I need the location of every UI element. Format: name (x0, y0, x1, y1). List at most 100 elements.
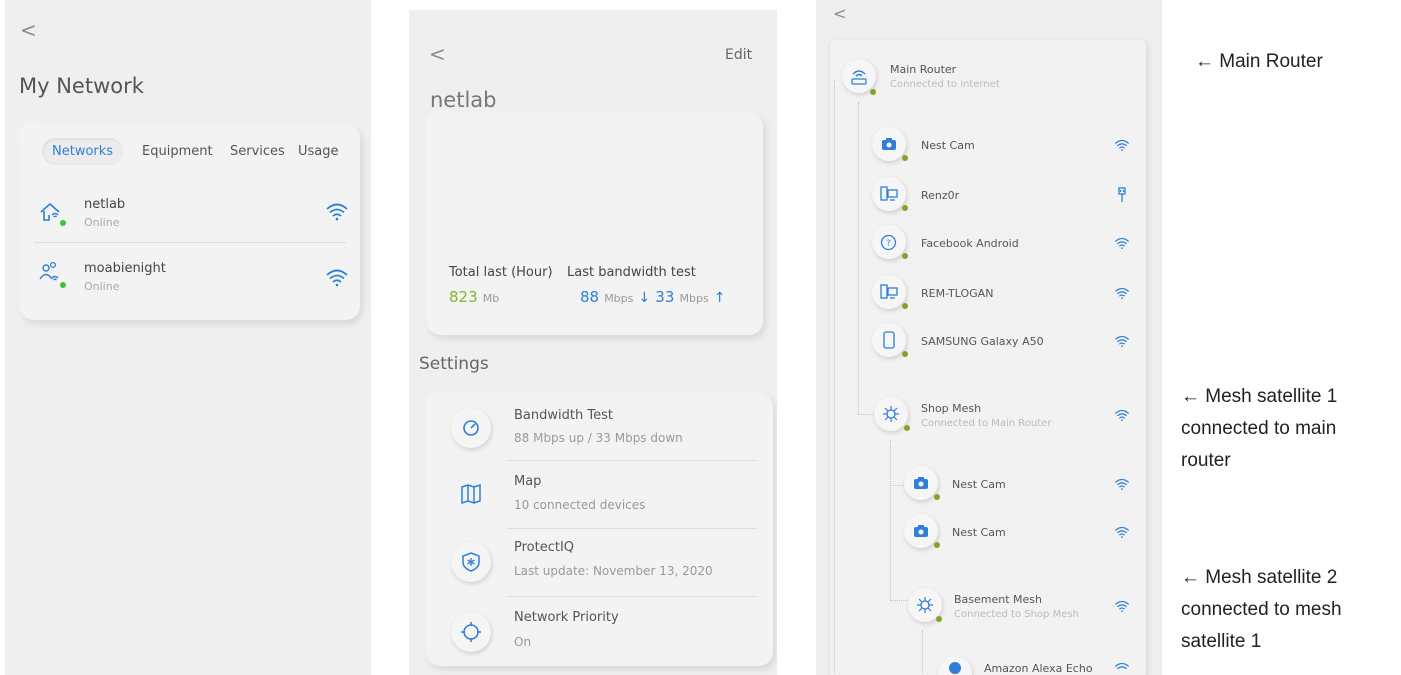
shop-mesh-node[interactable]: Shop Mesh Connected to Main Router (816, 397, 1162, 437)
download-speed: 88 (580, 288, 600, 306)
node-sub: Connected to Shop Mesh (954, 609, 1079, 620)
usage-card: Total last (Hour) 823 Mb Last bandwidth … (427, 113, 763, 335)
my-network-screen: < My Network Networks Equipment Services… (5, 0, 371, 675)
device-name: Nest Cam (952, 478, 1006, 491)
svg-text:?: ? (886, 239, 891, 249)
annotation-line: ← Mesh satellite 2 (1181, 567, 1338, 588)
tab-equipment[interactable]: Equipment (142, 144, 213, 159)
back-button[interactable]: < (20, 18, 37, 42)
tab-services[interactable]: Services (230, 144, 285, 159)
status-dot (904, 425, 910, 431)
wifi-icon (1114, 409, 1130, 422)
priority-icon (461, 622, 481, 642)
annotation-mesh-satellite-2: ← Mesh satellite 2 connected to mesh sat… (1181, 565, 1342, 655)
usage-number: 823 (449, 288, 478, 306)
node-name: Shop Mesh (921, 402, 982, 415)
node-name: Basement Mesh (954, 593, 1043, 606)
status-dot (934, 494, 940, 500)
device-row[interactable]: SAMSUNG Galaxy A50 (816, 323, 1162, 363)
edit-button[interactable]: Edit (725, 47, 752, 63)
home-wifi-icon (40, 202, 60, 221)
camera-icon (914, 525, 928, 537)
wifi-icon (1114, 335, 1130, 348)
setting-map[interactable]: Map 10 connected devices (427, 462, 773, 530)
map-icon (461, 483, 481, 505)
network-detail-screen: < Edit netlab Total last (Hour) 823 Mb L… (409, 10, 777, 675)
divider (507, 596, 757, 597)
guest-users-icon (39, 261, 59, 281)
device-row[interactable]: Renz0r (816, 177, 1162, 217)
wifi-icon (1114, 287, 1130, 300)
setting-sub: Last update: November 13, 2020 (514, 564, 713, 578)
networks-card: Networks Equipment Services Usage netlab… (20, 125, 360, 320)
device-row[interactable]: Amazon Alexa Echo (816, 656, 1162, 675)
device-row[interactable]: Nest Cam (816, 466, 1162, 506)
unknown-device-icon: ? (880, 234, 897, 251)
device-name: REM-TLOGAN (921, 287, 994, 300)
device-name: Facebook Android (921, 237, 1019, 250)
tab-usage[interactable]: Usage (298, 144, 339, 159)
upload-unit: Mbps (679, 292, 709, 305)
setting-sub: 88 Mbps up / 33 Mbps down (514, 431, 683, 445)
annotation-mesh-satellite-1: ← Mesh satellite 1 connected to main rou… (1181, 384, 1337, 474)
network-name: moabienight (84, 261, 166, 276)
device-row[interactable]: Nest Cam (816, 514, 1162, 554)
download-arrow-icon: ↓ (638, 290, 651, 306)
upload-speed: 33 (655, 288, 675, 306)
setting-sub: On (514, 635, 532, 649)
usage-value: 823 Mb (449, 287, 499, 306)
network-name: netlab (84, 197, 126, 212)
online-status-dot (60, 220, 66, 226)
page-title: netlab (430, 88, 497, 112)
speaker-icon (949, 662, 961, 674)
computer-icon (880, 284, 898, 299)
wifi-icon (326, 203, 348, 221)
network-status: Online (84, 280, 120, 293)
setting-name: Network Priority (514, 610, 619, 625)
upload-arrow-icon: ↑ (713, 290, 726, 306)
wifi-icon (1114, 237, 1130, 250)
annotation-line: connected to main (1181, 418, 1337, 439)
annotation-main-router: ← Main Router (1195, 51, 1323, 72)
status-dot (902, 351, 908, 357)
status-dot (934, 542, 940, 548)
setting-name: Map (514, 474, 542, 489)
setting-network-priority[interactable]: Network Priority On (427, 598, 773, 666)
shield-icon (462, 552, 480, 572)
setting-name: Bandwidth Test (514, 408, 613, 423)
list-item[interactable]: moabienight Online (20, 247, 360, 302)
tab-networks[interactable]: Networks (42, 138, 124, 165)
divider (507, 528, 757, 529)
device-name: Nest Cam (952, 526, 1006, 539)
status-dot (902, 253, 908, 259)
wifi-icon (1114, 139, 1130, 152)
wifi-icon (1114, 526, 1130, 539)
status-dot (902, 155, 908, 161)
divider (507, 460, 757, 461)
device-row[interactable]: Nest Cam (816, 127, 1162, 167)
basement-mesh-node[interactable]: Basement Mesh Connected to Shop Mesh (816, 588, 1162, 628)
device-list: Nest Cam Renz0r ? Facebook Android REM-T… (816, 0, 1162, 675)
status-dot (902, 303, 908, 309)
bandwidth-value: 88 Mbps ↓ 33 Mbps ↑ (580, 287, 726, 306)
annotation-line: connected to mesh (1181, 599, 1342, 620)
bandwidth-label: Last bandwidth test (567, 265, 696, 280)
device-row[interactable]: ? Facebook Android (816, 225, 1162, 265)
device-row[interactable]: REM-TLOGAN (816, 275, 1162, 315)
device-name: Nest Cam (921, 139, 975, 152)
mesh-icon (883, 406, 899, 422)
list-item[interactable]: netlab Online (20, 185, 360, 240)
setting-protectiq[interactable]: ProtectIQ Last update: November 13, 2020 (427, 530, 773, 598)
setting-bandwidth-test[interactable]: Bandwidth Test 88 Mbps up / 33 Mbps down (427, 394, 773, 462)
divider (34, 242, 346, 243)
annotation-line: ← Mesh satellite 1 (1181, 386, 1338, 407)
wifi-icon (1114, 600, 1130, 613)
usage-unit: Mb (482, 292, 500, 305)
computer-icon (880, 186, 898, 201)
wifi-icon (326, 269, 348, 287)
back-button[interactable]: < (429, 42, 446, 66)
settings-title: Settings (419, 354, 489, 374)
wifi-icon (1114, 662, 1130, 670)
ethernet-icon (1118, 187, 1126, 202)
setting-name: ProtectIQ (514, 540, 575, 555)
